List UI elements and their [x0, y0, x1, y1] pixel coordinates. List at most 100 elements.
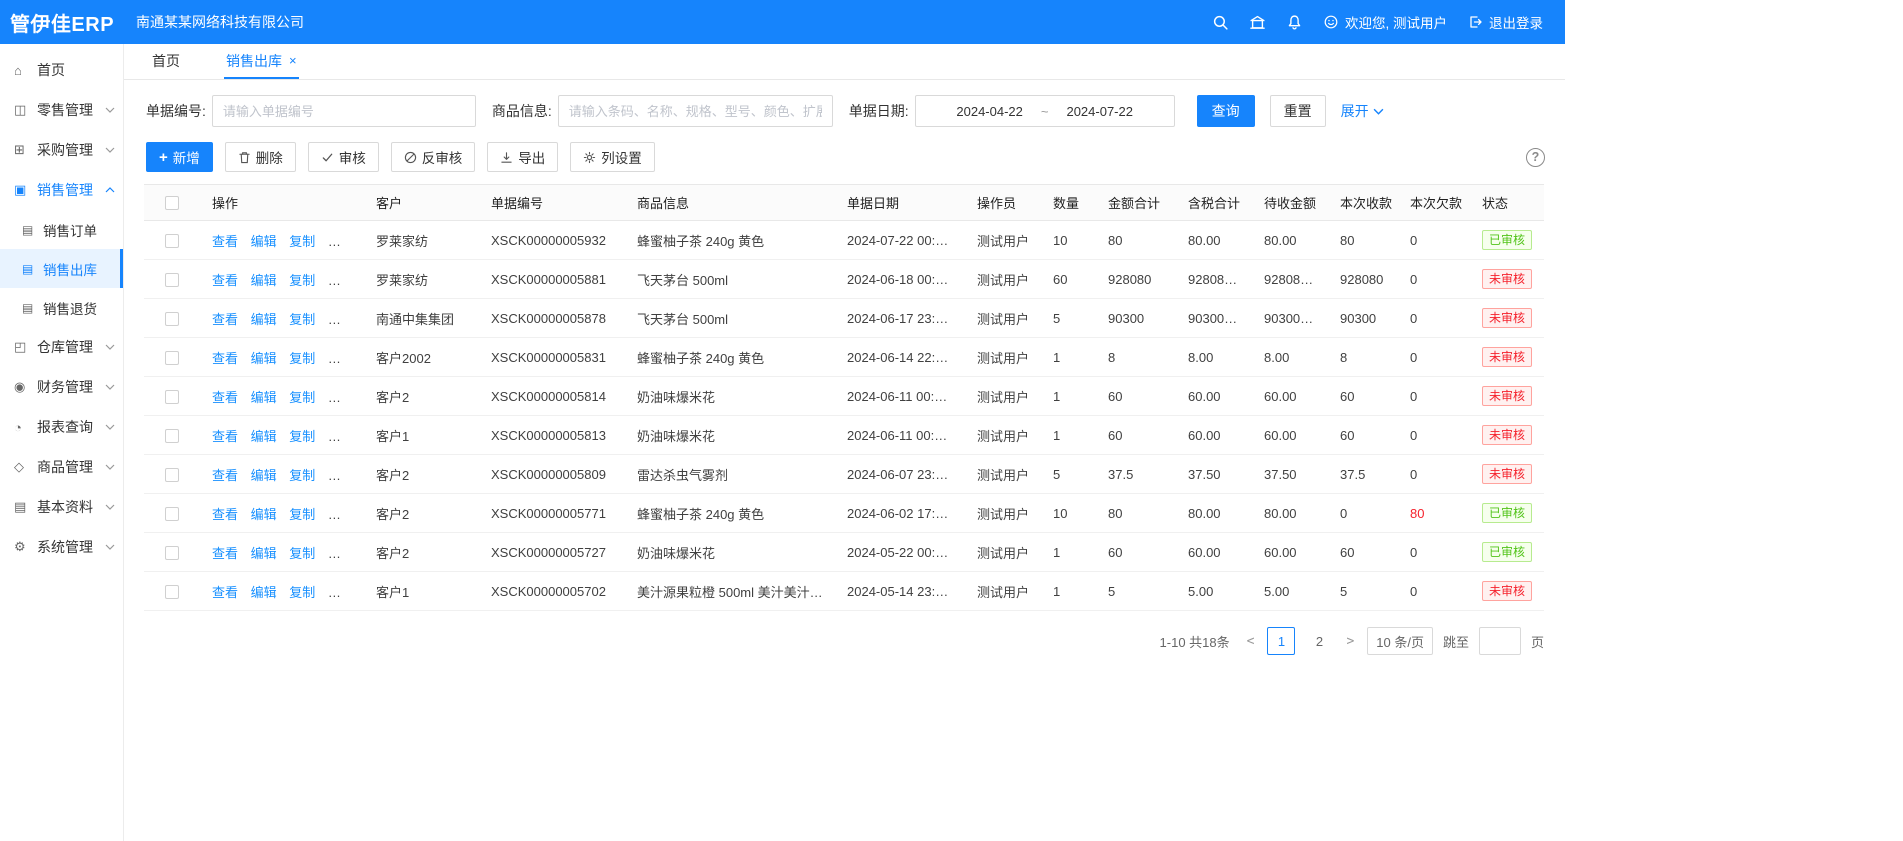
edit-link[interactable]: 编辑	[251, 546, 277, 561]
expand-toggle[interactable]: 展开	[1341, 101, 1384, 121]
row-checkbox[interactable]	[165, 507, 179, 521]
delete-link[interactable]: 删除	[328, 273, 354, 288]
delete-link[interactable]: 删除	[328, 507, 354, 522]
tab-home[interactable]: 首页	[150, 44, 182, 79]
delete-link[interactable]: 删除	[328, 390, 354, 405]
unaudit-button[interactable]: 反审核	[391, 142, 476, 172]
copy-link[interactable]: 复制	[289, 468, 315, 483]
delete-link[interactable]: 删除	[328, 468, 354, 483]
tab-sales-outbound[interactable]: 销售出库 ×	[224, 44, 299, 79]
date-separator: ~	[1041, 104, 1049, 119]
product-info-input[interactable]	[558, 95, 833, 127]
copy-link[interactable]: 复制	[289, 234, 315, 249]
sidebar-item-sales[interactable]: ▣ 销售管理	[0, 170, 123, 210]
export-button[interactable]: 导出	[487, 142, 558, 172]
home-icon[interactable]	[1249, 14, 1266, 31]
page-size-select[interactable]: 10 条/页	[1367, 627, 1433, 655]
edit-link[interactable]: 编辑	[251, 507, 277, 522]
row-checkbox[interactable]	[165, 468, 179, 482]
operator-cell: 测试用户	[965, 338, 1041, 377]
row-checkbox[interactable]	[165, 312, 179, 326]
add-button[interactable]: + 新增	[146, 142, 213, 172]
edit-link[interactable]: 编辑	[251, 273, 277, 288]
chevron-down-icon	[105, 464, 115, 470]
view-link[interactable]: 查看	[212, 468, 238, 483]
edit-link[interactable]: 编辑	[251, 429, 277, 444]
copy-link[interactable]: 复制	[289, 507, 315, 522]
edit-link[interactable]: 编辑	[251, 468, 277, 483]
view-link[interactable]: 查看	[212, 585, 238, 600]
copy-link[interactable]: 复制	[289, 390, 315, 405]
bell-icon[interactable]	[1286, 14, 1303, 31]
edit-link[interactable]: 编辑	[251, 351, 277, 366]
view-link[interactable]: 查看	[212, 507, 238, 522]
search-button[interactable]: 查询	[1197, 95, 1255, 127]
edit-link[interactable]: 编辑	[251, 234, 277, 249]
delete-link[interactable]: 删除	[328, 312, 354, 327]
date-range-picker[interactable]: 2024-04-22 ~ 2024-07-22	[915, 95, 1175, 127]
next-page-icon[interactable]: >	[1343, 634, 1357, 649]
sidebar-item-finance[interactable]: ◉ 财务管理	[0, 367, 123, 407]
copy-link[interactable]: 复制	[289, 312, 315, 327]
copy-link[interactable]: 复制	[289, 429, 315, 444]
sidebar-item-home[interactable]: ⌂ 首页	[0, 50, 123, 90]
delete-link[interactable]: 删除	[328, 234, 354, 249]
delete-link[interactable]: 删除	[328, 546, 354, 561]
view-link[interactable]: 查看	[212, 312, 238, 327]
copy-link[interactable]: 复制	[289, 585, 315, 600]
column-settings-button[interactable]: 列设置	[570, 142, 655, 172]
receivable-cell: 5.00	[1252, 572, 1328, 611]
copy-link[interactable]: 复制	[289, 546, 315, 561]
sidebar-item-basic-data[interactable]: ▤ 基本资料	[0, 487, 123, 527]
delete-link[interactable]: 删除	[328, 429, 354, 444]
view-link[interactable]: 查看	[212, 351, 238, 366]
edit-link[interactable]: 编辑	[251, 312, 277, 327]
search-icon[interactable]	[1212, 14, 1229, 31]
welcome-user[interactable]: 欢迎您, 测试用户	[1323, 12, 1447, 32]
view-link[interactable]: 查看	[212, 273, 238, 288]
view-link[interactable]: 查看	[212, 234, 238, 249]
page-button-1[interactable]: 1	[1267, 627, 1295, 655]
sidebar-item-label: 零售管理	[37, 100, 93, 120]
sidebar-item-purchase[interactable]: ⊞ 采购管理	[0, 130, 123, 170]
prev-page-icon[interactable]: <	[1244, 634, 1258, 649]
view-link[interactable]: 查看	[212, 429, 238, 444]
date-start[interactable]: 2024-04-22	[956, 104, 1023, 119]
date-end[interactable]: 2024-07-22	[1066, 104, 1133, 119]
row-actions-cell: 查看 编辑 复制 删除	[200, 338, 364, 377]
sidebar-item-sales-outbound[interactable]: ▤ 销售出库	[0, 249, 123, 288]
view-link[interactable]: 查看	[212, 546, 238, 561]
view-link[interactable]: 查看	[212, 390, 238, 405]
row-checkbox[interactable]	[165, 429, 179, 443]
row-checkbox[interactable]	[165, 390, 179, 404]
jump-page-input[interactable]	[1479, 627, 1521, 655]
edit-link[interactable]: 编辑	[251, 585, 277, 600]
delete-link[interactable]: 删除	[328, 585, 354, 600]
copy-link[interactable]: 复制	[289, 351, 315, 366]
sidebar-item-retail[interactable]: ◫ 零售管理	[0, 90, 123, 130]
tab-close-icon[interactable]: ×	[289, 54, 297, 67]
help-icon[interactable]: ?	[1526, 148, 1545, 167]
row-checkbox[interactable]	[165, 585, 179, 599]
sidebar-item-product[interactable]: ◇ 商品管理	[0, 447, 123, 487]
delete-link[interactable]: 删除	[328, 351, 354, 366]
row-checkbox[interactable]	[165, 546, 179, 560]
copy-link[interactable]: 复制	[289, 273, 315, 288]
sidebar-item-sales-return[interactable]: ▤ 销售退货	[0, 288, 123, 327]
sidebar-item-warehouse[interactable]: ◰ 仓库管理	[0, 327, 123, 367]
row-checkbox[interactable]	[165, 234, 179, 248]
delete-button[interactable]: 删除	[225, 142, 296, 172]
row-checkbox[interactable]	[165, 273, 179, 287]
bill-no-input[interactable]	[212, 95, 476, 127]
sidebar-item-system[interactable]: ⚙ 系统管理	[0, 527, 123, 567]
edit-link[interactable]: 编辑	[251, 390, 277, 405]
row-checkbox[interactable]	[165, 351, 179, 365]
amount-total-cell: 37.5	[1096, 455, 1176, 494]
logout-button[interactable]: 退出登录	[1467, 12, 1543, 32]
audit-button[interactable]: 审核	[308, 142, 379, 172]
sidebar-item-report[interactable]: ◔ 报表查询	[0, 407, 123, 447]
reset-button[interactable]: 重置	[1270, 95, 1326, 127]
sidebar-item-sales-order[interactable]: ▤ 销售订单	[0, 210, 123, 249]
select-all-checkbox[interactable]	[165, 196, 179, 210]
page-button-2[interactable]: 2	[1305, 627, 1333, 655]
